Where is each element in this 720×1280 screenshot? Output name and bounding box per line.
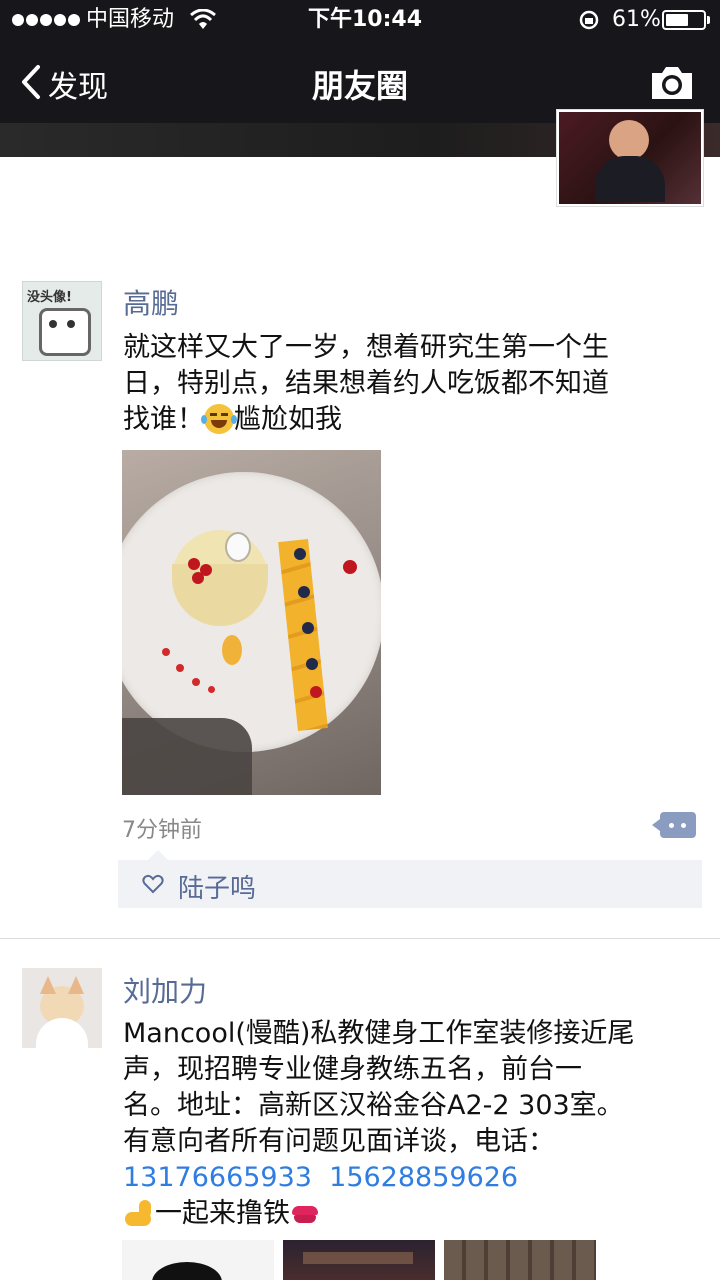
phone-link[interactable]: 15628859626	[329, 1162, 518, 1193]
post-photo[interactable]	[122, 1240, 274, 1280]
my-avatar[interactable]	[557, 110, 703, 206]
post-username[interactable]: 高鹏	[123, 282, 179, 322]
post-photo[interactable]	[283, 1240, 435, 1280]
post-divider	[0, 938, 720, 939]
wifi-icon	[190, 9, 216, 29]
avatar[interactable]: 没头像!	[22, 281, 102, 361]
heart-icon	[142, 874, 164, 894]
avatar[interactable]	[22, 968, 102, 1048]
tears-of-joy-emoji-icon	[201, 404, 237, 434]
avatar-text: 没头像!	[27, 290, 72, 305]
post-text: 就这样又大了一岁，想着研究生第一个生 日，特别点，结果想着约人吃饭都不知道 找谁…	[123, 332, 609, 435]
comment-menu-icon[interactable]	[652, 812, 696, 838]
post-username[interactable]: 刘加力	[123, 970, 207, 1010]
post-photo[interactable]	[444, 1240, 596, 1280]
post-text: Mancool(慢酷)私教健身工作室装修接近尾 声，现招聘专业健身教练五名，前台…	[123, 1018, 635, 1229]
like-user-link[interactable]: 陆子鸣	[178, 868, 256, 905]
page-title: 朋友圈	[311, 67, 408, 105]
flexed-biceps-emoji-icon	[123, 1198, 155, 1228]
battery-percent: 61%	[612, 7, 661, 32]
status-bar: 中国移动 下午10:44 61%	[0, 0, 720, 40]
post-photo[interactable]	[122, 450, 381, 795]
clock: 下午10:44	[308, 7, 423, 32]
battery-icon	[662, 10, 706, 30]
rotation-lock-icon	[579, 10, 599, 30]
phone-link[interactable]: 13176665933	[123, 1162, 312, 1193]
post-timestamp: 7分钟前	[122, 818, 202, 843]
kiss-mark-emoji-icon	[290, 1202, 320, 1226]
camera-icon[interactable]	[649, 64, 695, 102]
likes-box: 陆子鸣	[118, 850, 702, 908]
carrier-label: 中国移动	[86, 7, 175, 32]
